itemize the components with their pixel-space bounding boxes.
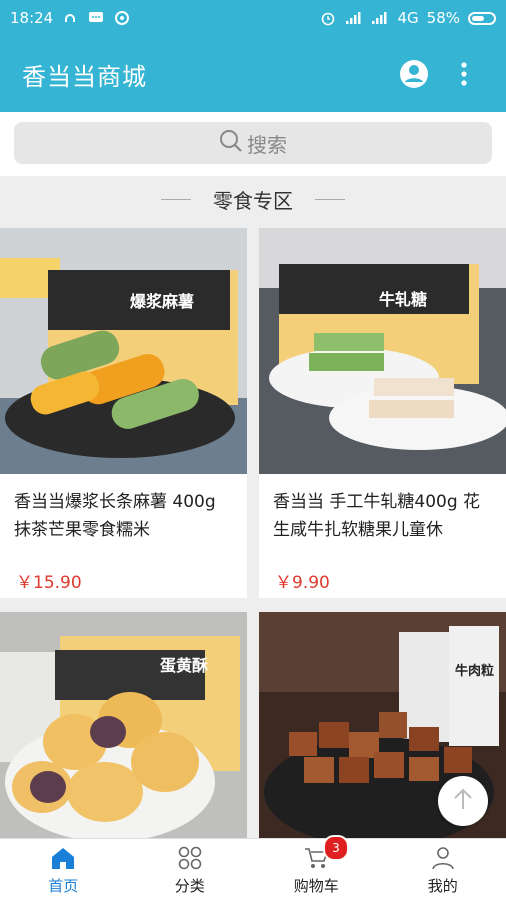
tab-label: 分类: [175, 875, 205, 896]
search-placeholder: 搜索: [247, 129, 287, 158]
signal-icon: [345, 10, 363, 26]
tab-home[interactable]: 首页: [0, 839, 127, 901]
home-icon: [50, 845, 76, 875]
package-label: 爆浆麻薯: [130, 288, 194, 312]
profile-icon: [430, 845, 456, 875]
product-price: ￥15.90: [0, 562, 247, 594]
divider-left: [161, 199, 191, 200]
tab-category[interactable]: 分类: [127, 839, 254, 901]
product-title: 香当当爆浆长条麻薯 400g 抹茶芒果零食糯米: [0, 474, 247, 562]
search-input[interactable]: 搜索: [14, 122, 492, 164]
tab-label: 我的: [428, 875, 458, 896]
product-title: 香当当 手工牛轧糖400g 花生咸牛扎软糖果儿童休: [259, 474, 506, 562]
section-header: 零食专区: [0, 176, 506, 222]
product-card[interactable]: 牛轧糖 香当当 手工牛轧糖400g 花生咸牛扎软糖果儿童休 ￥9.90: [259, 228, 506, 598]
package-label: 牛肉粒: [455, 660, 494, 679]
message-icon: [87, 10, 105, 26]
battery-icon: [468, 12, 496, 25]
package-label: 蛋黄酥: [160, 652, 208, 676]
tab-cart[interactable]: 购物车 3: [253, 839, 380, 901]
app-bar: 香当当商城: [0, 36, 506, 112]
back-to-top-button[interactable]: [438, 776, 488, 826]
app-title: 香当当商城: [22, 57, 384, 92]
cart-badge: 3: [323, 835, 349, 861]
product-price: ￥9.90: [259, 562, 506, 594]
status-time: 18:24: [10, 9, 53, 27]
arrow-up-icon: [452, 787, 474, 815]
bottom-tab-bar: 首页 分类 购物车 3 我的: [0, 838, 506, 901]
tab-label: 首页: [48, 875, 78, 896]
swirl-icon: [113, 10, 131, 26]
more-vert-icon[interactable]: [444, 54, 484, 94]
headset-icon: [61, 10, 79, 26]
product-card[interactable]: 蛋黄酥: [0, 612, 247, 842]
search-bar: 搜索: [0, 112, 506, 176]
signal-icon-2: [371, 10, 389, 26]
category-icon: [177, 845, 203, 875]
network-type: 4G: [397, 9, 418, 27]
product-image: 爆浆麻薯: [0, 228, 247, 474]
section-title: 零食专区: [213, 185, 293, 214]
tab-profile[interactable]: 我的: [380, 839, 506, 901]
account-icon[interactable]: [394, 54, 434, 94]
status-bar: 18:24 4G 58%: [0, 0, 506, 36]
product-card[interactable]: 爆浆麻薯 香当当爆浆长条麻薯 400g 抹茶芒果零食糯米 ￥15.90: [0, 228, 247, 598]
package-label: 牛轧糖: [379, 286, 427, 310]
tab-label: 购物车: [294, 875, 339, 896]
product-image: 牛轧糖: [259, 228, 506, 474]
battery-percent: 58%: [427, 9, 460, 27]
product-image: 蛋黄酥: [0, 612, 247, 842]
divider-right: [315, 199, 345, 200]
alarm-icon: [319, 10, 337, 26]
search-icon: [219, 129, 243, 158]
